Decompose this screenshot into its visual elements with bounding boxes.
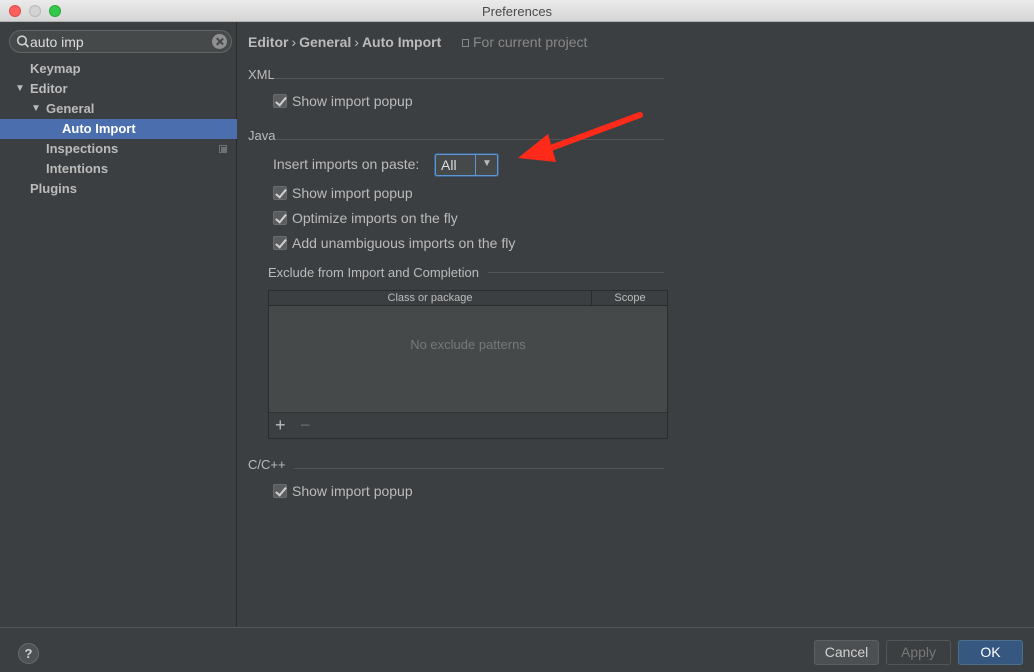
table-toolbar: + − (269, 412, 667, 438)
table-header: Class or package Scope (269, 291, 667, 306)
scope-hint-text: For current project (473, 34, 588, 50)
checkbox-label: Show import popup (292, 93, 413, 109)
tree-item-label: Inspections (46, 141, 119, 156)
breadcrumb-part: Editor (248, 34, 289, 50)
xml-show-import-popup-checkbox[interactable]: Show import popup (273, 92, 473, 110)
dropdown-value: All (441, 157, 457, 173)
java-show-import-popup-checkbox[interactable]: Show import popup (273, 184, 473, 202)
search-icon (16, 35, 30, 48)
tree-item-label: Auto Import (62, 121, 136, 136)
breadcrumb-part: Auto Import (361, 34, 442, 50)
tree-item-label: General (46, 101, 95, 116)
checkbox-label: Show import popup (292, 483, 413, 499)
cancel-button[interactable]: Cancel (814, 640, 879, 665)
section-title-xml: XML (248, 67, 275, 82)
tree-item-label: Intentions (46, 161, 109, 176)
add-unambiguous-imports-checkbox[interactable]: Add unambiguous imports on the fly (273, 234, 553, 252)
checkbox-checked[interactable] (273, 211, 287, 225)
title-bar: Preferences (0, 0, 1034, 22)
settings-search[interactable] (9, 30, 232, 53)
clear-search-icon[interactable] (212, 34, 227, 49)
tree-item-keymap[interactable]: Keymap (0, 59, 237, 79)
help-button[interactable]: ? (18, 643, 39, 664)
checkbox-checked[interactable] (273, 484, 287, 498)
tree-item-label: Keymap (30, 61, 81, 76)
chevron-down-icon[interactable]: ▼ (482, 158, 492, 169)
remove-icon[interactable]: − (300, 415, 311, 436)
breadcrumb-separator: › (354, 34, 359, 50)
tree-item-editor[interactable]: ▼ Editor (0, 79, 237, 99)
optimize-imports-checkbox[interactable]: Optimize imports on the fly (273, 209, 513, 227)
tree-item-intentions[interactable]: Intentions (0, 159, 237, 179)
dropdown-separator (475, 155, 476, 175)
checkbox-label: Show import popup (292, 185, 413, 201)
expand-arrow-icon[interactable]: ▼ (15, 79, 25, 99)
insert-imports-dropdown[interactable]: All ▼ (435, 154, 498, 176)
exclude-table[interactable]: Class or package Scope No exclude patter… (268, 290, 668, 439)
apply-button[interactable]: Apply (886, 640, 951, 665)
column-header-scope[interactable]: Scope (593, 291, 667, 306)
add-icon[interactable]: + (275, 415, 286, 436)
settings-sidebar: Keymap ▼ Editor ▼ General Auto Import In… (0, 22, 237, 627)
expand-arrow-icon[interactable]: ▼ (31, 99, 41, 119)
annotation-arrow-icon (518, 112, 643, 162)
tree-item-plugins[interactable]: Plugins (0, 179, 237, 199)
section-title-java: Java (248, 128, 276, 143)
checkbox-label: Optimize imports on the fly (292, 210, 458, 226)
checkbox-label: Add unambiguous imports on the fly (292, 235, 516, 251)
section-divider (488, 272, 664, 273)
insert-imports-label: Insert imports on paste: (273, 156, 420, 172)
tree-item-inspections[interactable]: Inspections (0, 139, 237, 159)
breadcrumb: Editor › General › Auto Import (248, 34, 441, 50)
scope-hint: For current project (462, 34, 587, 50)
section-title-cpp: C/C++ (248, 457, 286, 472)
window-title: Preferences (481, 4, 553, 19)
empty-table-text: No exclude patterns (410, 337, 526, 352)
project-scope-icon (219, 145, 227, 153)
section-divider (274, 78, 664, 79)
tree-item-label: Plugins (30, 181, 77, 196)
dialog-footer: ? Cancel Apply OK (0, 627, 1034, 672)
checkbox-checked[interactable] (273, 94, 287, 108)
tree-item-general[interactable]: ▼ General (0, 99, 237, 119)
column-header-class[interactable]: Class or package (269, 291, 592, 306)
cpp-show-import-popup-checkbox[interactable]: Show import popup (273, 482, 473, 500)
section-divider (294, 468, 664, 469)
tree-item-label: Editor (30, 81, 68, 96)
search-input[interactable] (30, 33, 210, 51)
breadcrumb-separator: › (291, 34, 297, 50)
settings-tree: Keymap ▼ Editor ▼ General Auto Import In… (0, 59, 237, 199)
checkbox-checked[interactable] (273, 186, 287, 200)
exclude-section-title: Exclude from Import and Completion (268, 265, 479, 280)
tree-item-auto-import[interactable]: Auto Import (0, 119, 237, 139)
project-scope-icon (462, 39, 469, 47)
ok-button[interactable]: OK (958, 640, 1023, 665)
breadcrumb-part: General (299, 34, 352, 50)
checkbox-checked[interactable] (273, 236, 287, 250)
